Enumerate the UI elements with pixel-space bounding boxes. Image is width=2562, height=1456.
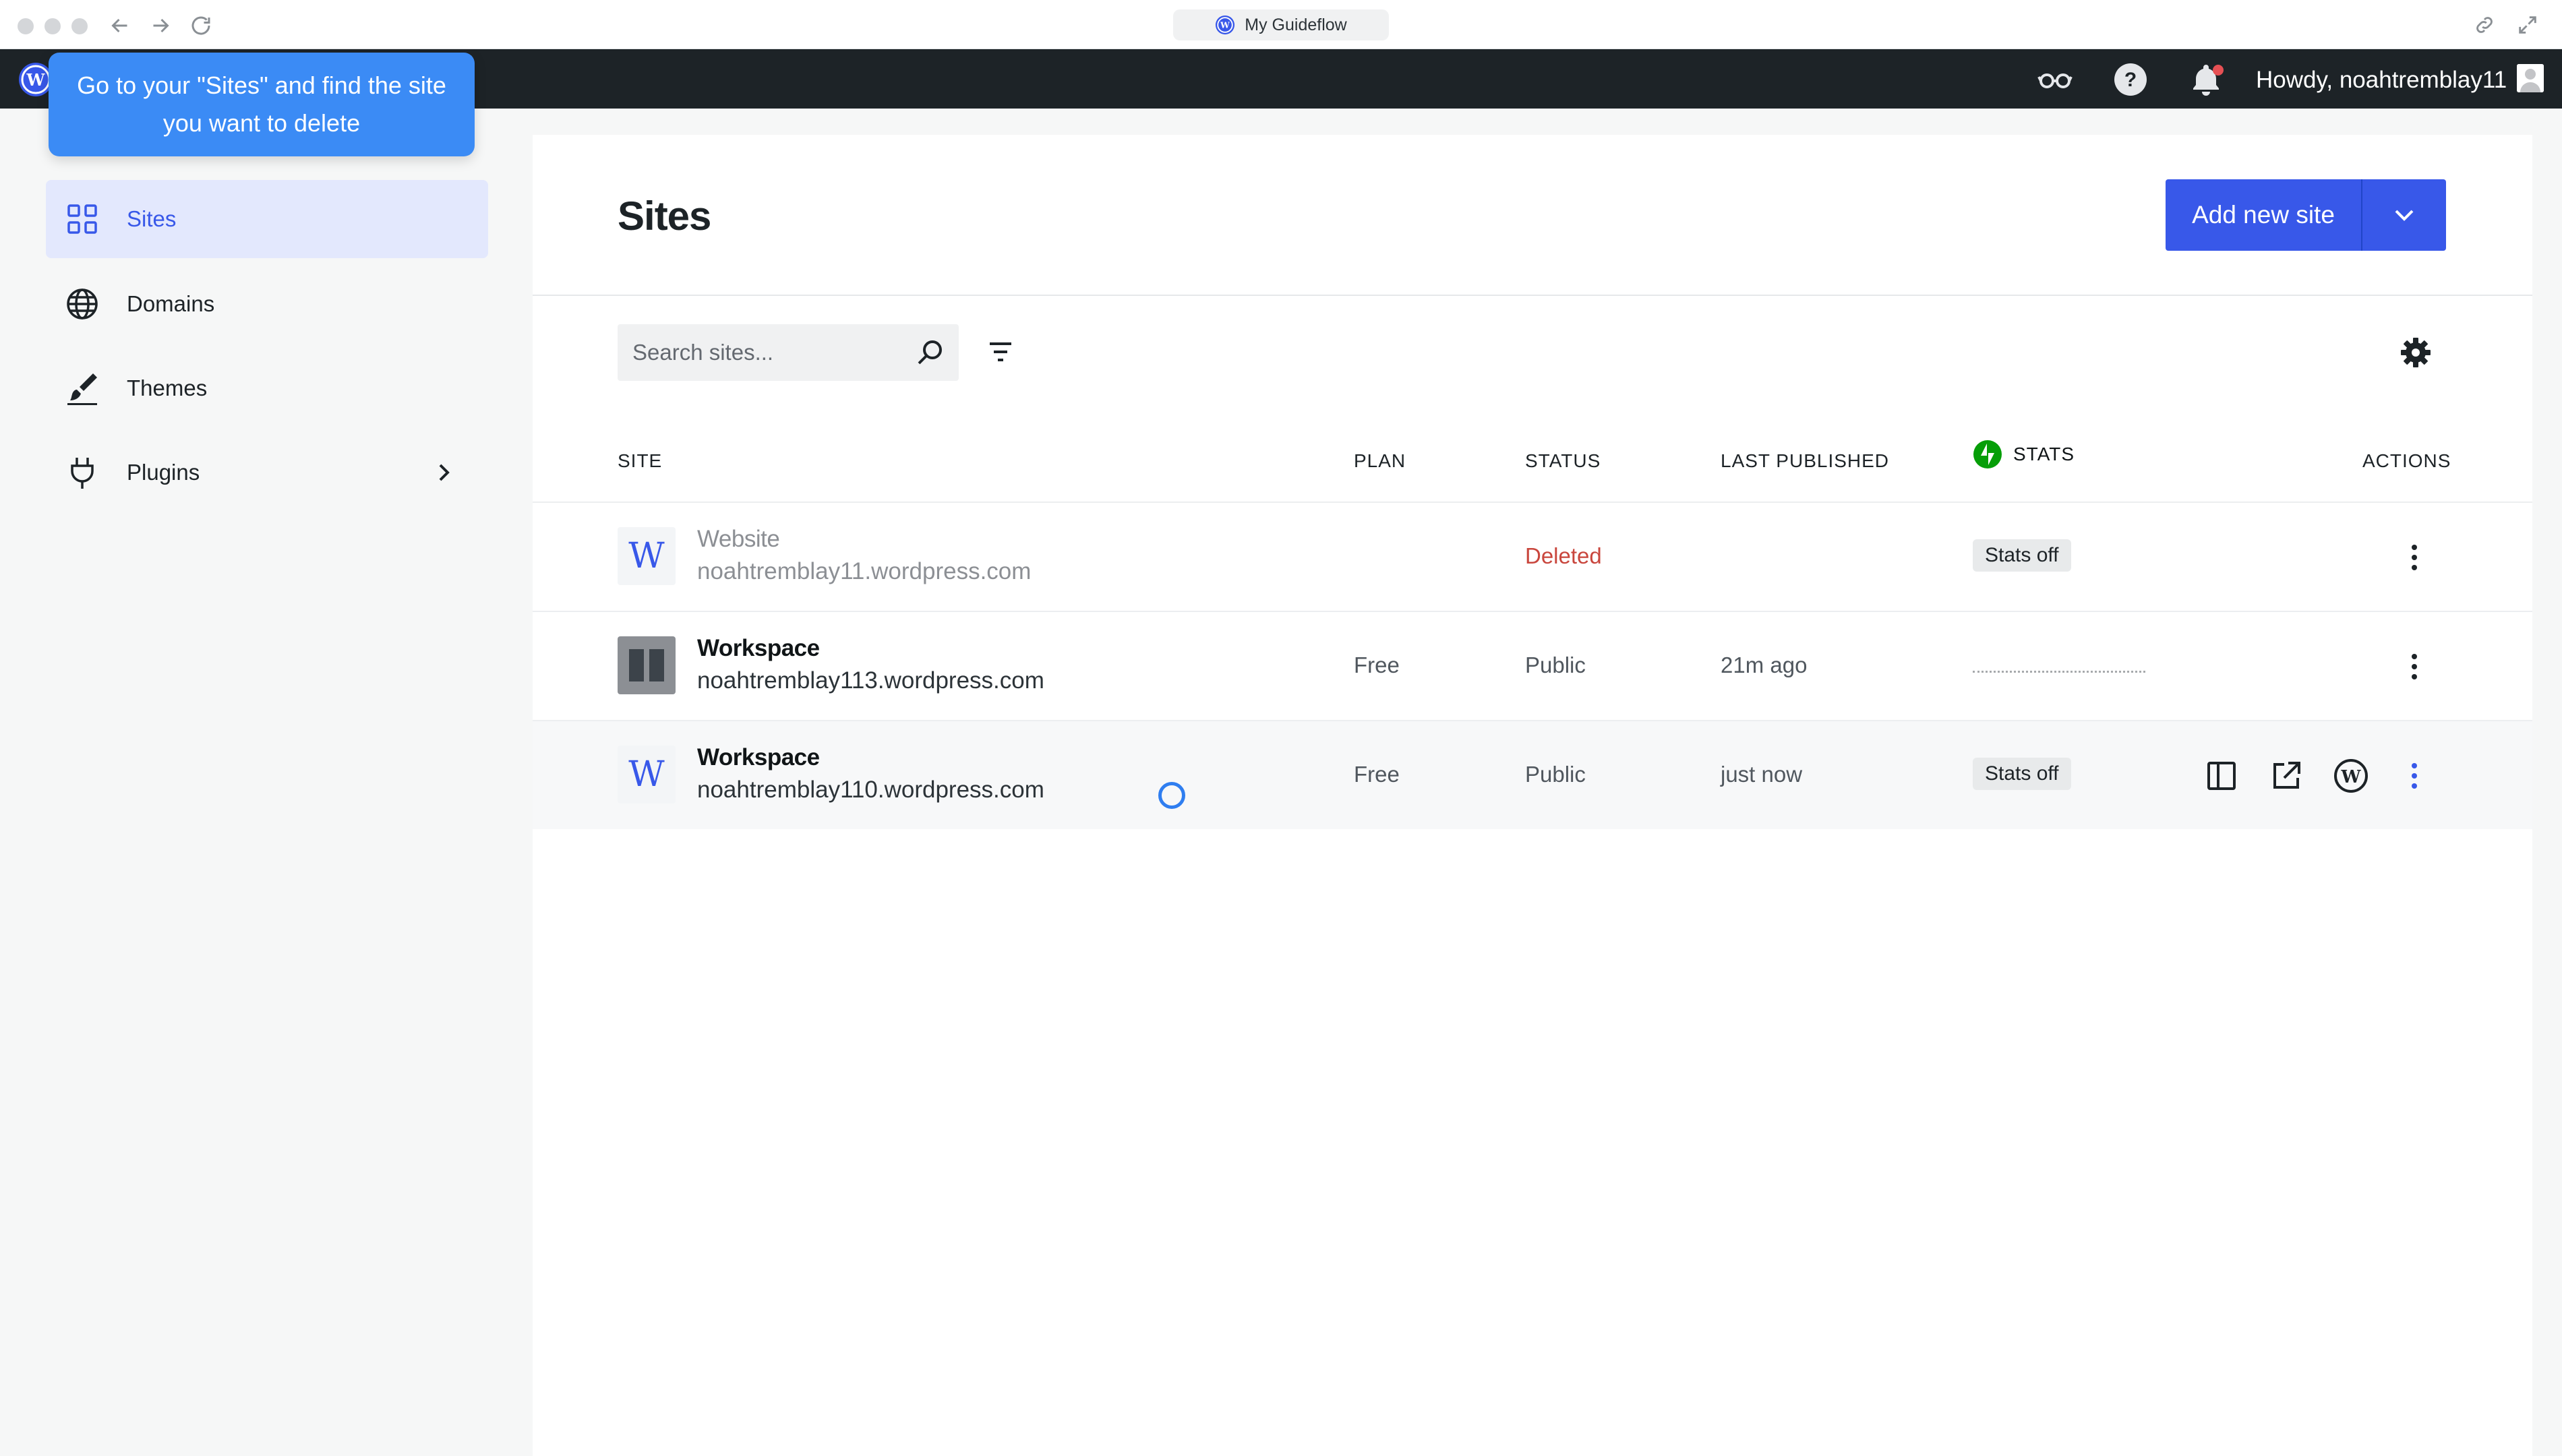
stats-sparkline[interactable] xyxy=(1973,670,2145,673)
add-new-site-label[interactable]: Add new site xyxy=(2166,201,2361,229)
notifications-bell-icon[interactable] xyxy=(2186,62,2226,97)
brush-icon xyxy=(63,369,101,407)
reload-icon[interactable] xyxy=(189,13,213,38)
sidebar-preview-icon[interactable] xyxy=(2203,758,2240,794)
table-row[interactable]: Workspace noahtremblay113.wordpress.com … xyxy=(533,611,2532,720)
link-icon[interactable] xyxy=(2473,13,2496,36)
window-minimize-dot[interactable] xyxy=(44,18,61,34)
site-name[interactable]: Workspace xyxy=(697,635,820,662)
site-url[interactable]: noahtremblay11.wordpress.com xyxy=(697,558,1031,585)
column-header-stats[interactable]: STATS xyxy=(1973,439,2075,469)
site-status: Deleted xyxy=(1525,543,1602,568)
sidebar-item-plugins[interactable]: Plugins xyxy=(46,433,488,512)
window-close-dot[interactable] xyxy=(18,18,34,34)
site-thumbnail[interactable] xyxy=(618,636,676,694)
site-name[interactable]: Website xyxy=(697,526,780,553)
help-icon[interactable]: ? xyxy=(2110,62,2151,97)
wordpress-tab-icon: W xyxy=(1216,15,1235,35)
cursor-indicator xyxy=(1158,782,1185,809)
sidebar-item-domains[interactable]: Domains xyxy=(46,265,488,343)
site-url[interactable]: noahtremblay113.wordpress.com xyxy=(697,667,1044,694)
browser-tab[interactable]: W My Guideflow xyxy=(1173,9,1389,40)
column-header-status[interactable]: STATUS xyxy=(1525,450,1601,472)
column-header-last-published[interactable]: LAST PUBLISHED xyxy=(1721,450,1889,472)
site-thumbnail[interactable]: W xyxy=(618,527,676,585)
sidebar-item-label: Domains xyxy=(127,291,215,316)
stats-badge: Stats off xyxy=(1973,539,2071,572)
site-thumbnail[interactable]: W xyxy=(618,746,676,803)
stats-header-label: STATS xyxy=(2013,444,2075,464)
plug-icon xyxy=(63,454,101,491)
sidebar-item-label: Plugins xyxy=(127,460,200,485)
reader-glasses-icon[interactable] xyxy=(2035,62,2075,97)
sidebar-item-label: Sites xyxy=(127,206,177,231)
site-status: Public xyxy=(1525,762,1586,787)
sidebar: Sites Domains Themes Plugins xyxy=(0,109,533,1456)
column-header-site[interactable]: SITE xyxy=(618,450,662,472)
expand-icon[interactable] xyxy=(2516,13,2539,36)
site-last-published: just now xyxy=(1721,762,1803,787)
back-arrow-icon[interactable] xyxy=(108,13,132,38)
site-url[interactable]: noahtremblay110.wordpress.com xyxy=(697,777,1044,803)
stats-badge: Stats off xyxy=(1973,758,2071,790)
account-greeting[interactable]: Howdy, noahtremblay11 xyxy=(2256,67,2507,94)
jetpack-icon xyxy=(1973,440,2002,468)
page-title: Sites xyxy=(618,193,711,239)
search-input[interactable]: Search sites... xyxy=(618,324,959,381)
site-status: Public xyxy=(1525,653,1586,677)
globe-icon xyxy=(63,285,101,323)
svg-text:?: ? xyxy=(2124,69,2137,91)
site-thumbnail-image xyxy=(629,649,664,681)
grid-icon xyxy=(63,200,101,238)
search-placeholder: Search sites... xyxy=(632,340,774,365)
add-new-site-button[interactable]: Add new site xyxy=(2166,179,2446,251)
filter-icon[interactable] xyxy=(984,336,1017,368)
search-icon[interactable] xyxy=(914,336,947,369)
forward-arrow-icon[interactable] xyxy=(148,13,173,38)
svg-text:W: W xyxy=(26,70,46,90)
svg-text:W: W xyxy=(1220,21,1230,30)
site-plan: Free xyxy=(1354,653,1400,677)
tab-title: My Guideflow xyxy=(1245,15,1347,34)
chevron-right-icon[interactable] xyxy=(430,459,457,486)
window-zoom-dot[interactable] xyxy=(71,18,88,34)
site-name[interactable]: Workspace xyxy=(697,744,820,771)
guide-tooltip: Go to your "Sites" and find the site you… xyxy=(49,53,475,156)
more-actions-icon[interactable] xyxy=(2397,758,2431,794)
gear-icon[interactable] xyxy=(2399,336,2433,369)
more-actions-icon[interactable] xyxy=(2397,648,2431,685)
column-header-plan[interactable]: PLAN xyxy=(1354,450,1406,472)
sidebar-item-themes[interactable]: Themes xyxy=(46,349,488,427)
column-header-actions: ACTIONS xyxy=(2362,450,2451,471)
table-row[interactable]: W Workspace noahtremblay110.wordpress.co… xyxy=(533,720,2532,829)
sidebar-item-sites[interactable]: Sites xyxy=(46,180,488,258)
external-link-icon[interactable] xyxy=(2268,758,2304,794)
sidebar-item-label: Themes xyxy=(127,375,208,400)
table-row[interactable]: W Website noahtremblay11.wordpress.com D… xyxy=(533,502,2532,611)
svg-text:W: W xyxy=(2340,767,2361,787)
site-plan: Free xyxy=(1354,762,1400,787)
wp-admin-icon[interactable]: W xyxy=(2333,758,2369,794)
avatar[interactable] xyxy=(2517,64,2544,92)
sites-panel: Sites Add new site Search sites... SITE … xyxy=(533,135,2532,1456)
site-last-published: 21m ago xyxy=(1721,653,1808,677)
notification-dot xyxy=(2213,65,2224,75)
header-divider xyxy=(533,295,2532,296)
more-actions-icon[interactable] xyxy=(2397,539,2431,576)
browser-chrome: W My Guideflow xyxy=(0,0,2562,49)
chevron-down-icon[interactable] xyxy=(2362,200,2446,230)
